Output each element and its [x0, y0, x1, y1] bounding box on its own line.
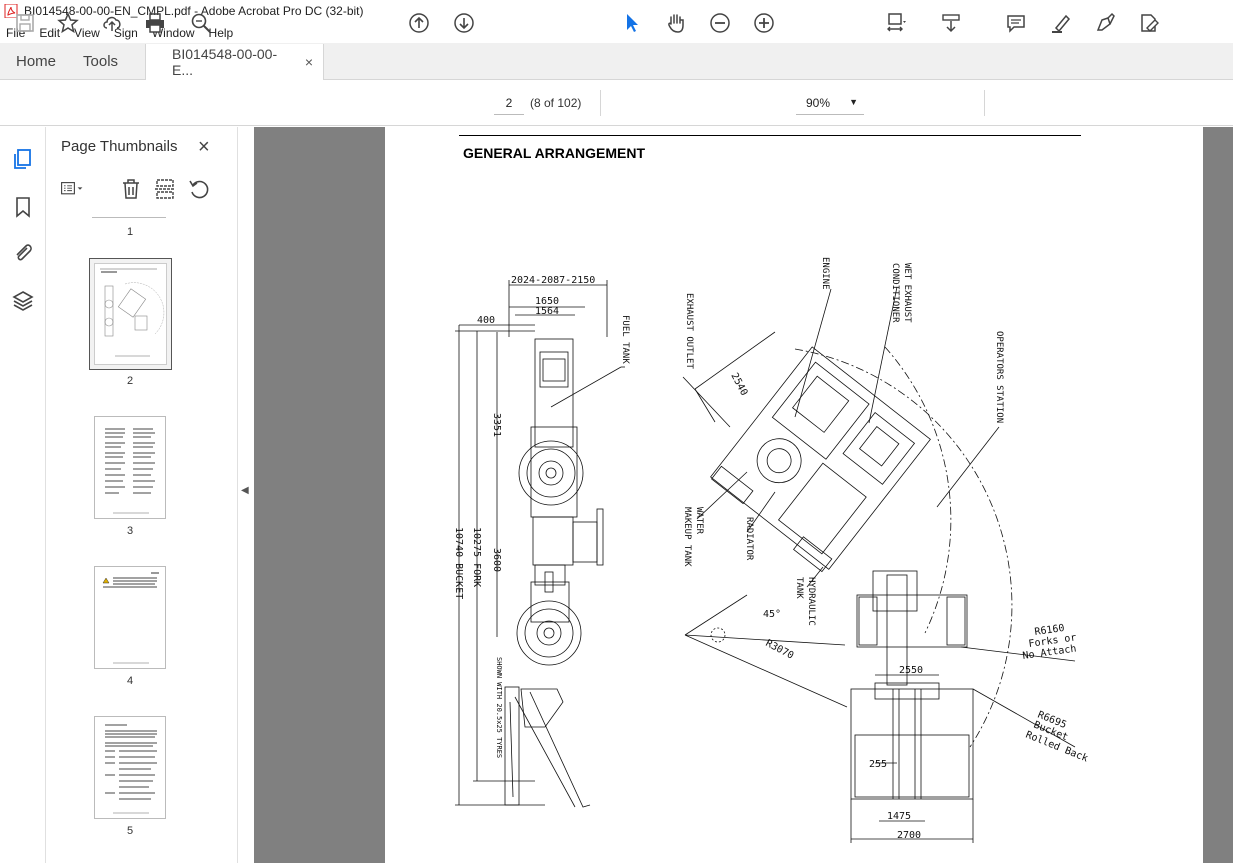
dim-fork: 10275 FORK — [471, 527, 482, 587]
label-wet-exhaust-1: WET EXHAUST — [902, 263, 912, 323]
layers-icon[interactable] — [11, 289, 35, 313]
thumbnail-options-icon[interactable] — [60, 177, 84, 201]
main-toolbar — [0, 80, 1233, 126]
warning-page-thumbnail-icon — [102, 572, 159, 664]
highlight-pen-icon[interactable] — [1048, 10, 1074, 36]
zoom-search-icon[interactable] — [188, 10, 214, 36]
scroll-mode-icon[interactable] — [938, 10, 964, 36]
next-page-icon[interactable] — [451, 10, 477, 36]
thumbnail-label-3: 3 — [126, 525, 134, 537]
delete-page-icon[interactable] — [119, 177, 143, 201]
thumbnail-label-5: 5 — [126, 825, 134, 837]
thumbnail-page-2-image — [94, 263, 167, 365]
general-arrangement-drawing: 2024-2087-2150 1650 1564 400 3351 3600 1… — [453, 257, 1089, 843]
dim-255: 255 — [869, 759, 887, 770]
thumbnail-page-5[interactable] — [94, 716, 166, 819]
label-fuel-tank: FUEL TANK — [620, 315, 630, 364]
dim-3600: 3600 — [491, 548, 502, 572]
attachments-icon[interactable] — [11, 241, 35, 265]
comment-icon[interactable] — [1003, 10, 1029, 36]
dim-400: 400 — [477, 315, 495, 326]
tab-home[interactable]: Home — [0, 43, 71, 79]
page-count: (8 of 102) — [530, 96, 582, 110]
bookmarks-icon[interactable] — [11, 195, 35, 219]
label-hydraulic-2: TANK — [794, 577, 804, 599]
label-engine: ENGINE — [820, 257, 830, 290]
hand-tool-icon[interactable] — [663, 10, 689, 36]
zoom-level-value: 90% — [806, 95, 831, 110]
zoom-out-icon[interactable] — [707, 10, 733, 36]
dim-2550: 2550 — [899, 665, 923, 676]
thumbnail-page-1-edge — [92, 217, 166, 218]
dim-overall-width: 2024-2087-2150 — [511, 275, 595, 286]
dim-angle-45: 45° — [763, 609, 781, 620]
label-radiator: RADIATOR — [744, 517, 754, 561]
previous-page-icon[interactable] — [406, 10, 432, 36]
label-wet-exhaust-2: CONDITIONER — [890, 263, 900, 323]
close-panel-icon[interactable]: × — [198, 136, 210, 159]
text-page-thumbnail-icon — [105, 724, 157, 814]
thumbnail-label-1: 1 — [126, 226, 134, 238]
toolbar-divider — [600, 90, 601, 116]
dim-3351: 3351 — [491, 413, 502, 437]
close-tab-icon[interactable]: × — [305, 54, 313, 70]
bookmark-star-icon[interactable] — [55, 10, 81, 36]
navigation-rail — [0, 127, 46, 863]
document-viewer[interactable]: GENERAL ARRANGEMENT 2024-2087-2150 1650 … — [254, 127, 1233, 863]
zoom-in-icon[interactable] — [751, 10, 777, 36]
extract-page-icon[interactable] — [153, 177, 177, 201]
dim-2700: 2700 — [897, 830, 921, 841]
toolbar-divider — [984, 90, 985, 116]
thumbnail-page-2[interactable] — [89, 258, 172, 370]
drawing-thumbnail-icon — [100, 268, 165, 357]
label-exhaust-outlet: EXHAUST OUTLET — [684, 293, 694, 369]
label-tyres-note: SHOWN WITH 20.5x25 TYRES — [495, 657, 503, 758]
chevron-down-icon: ▼ — [849, 97, 858, 107]
page-fit-icon[interactable] — [883, 10, 909, 36]
save-icon[interactable] — [12, 10, 38, 36]
select-cursor-icon[interactable] — [619, 10, 645, 36]
print-icon[interactable] — [142, 10, 168, 36]
thumbnail-label-2: 2 — [126, 375, 134, 387]
tab-document-label: BI014548-00-00-E... — [172, 46, 278, 78]
dim-1475: 1475 — [887, 811, 911, 822]
thumbnail-page-4[interactable] — [94, 566, 166, 669]
zoom-level-select[interactable]: 90% ▼ — [796, 91, 864, 115]
thumbnail-label-4: 4 — [126, 675, 134, 687]
page-thumbnails-panel: Page Thumbnails × 1 2 3 4 5 — [46, 127, 274, 863]
dim-2540: 2540 — [728, 371, 749, 397]
upload-cloud-icon[interactable] — [99, 10, 125, 36]
panel-title: Page Thumbnails — [61, 138, 178, 155]
tab-bar: Home Tools BI014548-00-00-E... × — [0, 43, 1233, 80]
label-water-2: MAKEUP TANK — [682, 507, 692, 567]
thumbnail-page-3[interactable] — [94, 416, 166, 519]
label-water-1: WATER — [694, 507, 704, 535]
label-operators-station: OPERATORS STATION — [994, 331, 1004, 423]
thumbnail-list: 1 2 3 4 5 — [46, 217, 226, 857]
page-number-input[interactable]: 2 — [494, 91, 524, 115]
pdf-page: GENERAL ARRANGEMENT 2024-2087-2150 1650 … — [385, 127, 1203, 863]
rotate-page-icon[interactable] — [187, 177, 211, 201]
page-thumbnails-icon[interactable] — [11, 147, 35, 171]
dim-bucket: 10740 BUCKET — [453, 527, 464, 599]
panel-collapse-handle[interactable]: ◀ — [237, 127, 254, 863]
tab-tools[interactable]: Tools — [71, 43, 133, 79]
label-hydraulic-1: HYDRAULIC — [806, 577, 816, 626]
collapse-left-icon[interactable]: ◀ — [241, 485, 249, 496]
panel-toolbar — [46, 175, 237, 205]
fill-sign-icon[interactable] — [1136, 10, 1162, 36]
sign-pen-icon[interactable] — [1092, 10, 1118, 36]
text-page-thumbnail-icon — [105, 428, 155, 514]
tab-document[interactable]: BI014548-00-00-E... × — [145, 44, 325, 80]
dim-1564: 1564 — [535, 306, 559, 317]
